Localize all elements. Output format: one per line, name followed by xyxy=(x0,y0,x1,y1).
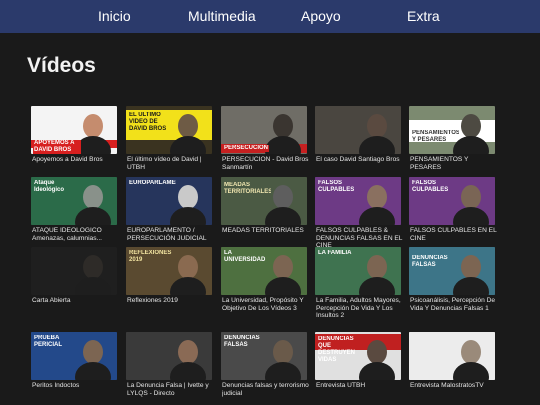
video-card[interactable]: MEADAS TERRITORIALES MEADAS TERRITORIALES xyxy=(221,177,307,245)
video-thumbnail[interactable]: LA FAMILIA xyxy=(315,247,401,295)
video-thumbnail[interactable]: DENUNCIAS FALSAS xyxy=(409,247,495,295)
video-card[interactable]: REFLEXIONES 2019 Reflexiones 2019 xyxy=(126,247,212,315)
person-silhouette xyxy=(461,340,481,364)
video-thumbnail[interactable]: REFLEXIONES 2019 xyxy=(126,247,212,295)
person-silhouette xyxy=(367,114,387,138)
video-card[interactable]: La Denuncia Falsa | Ivette y LYLQS - Dir… xyxy=(126,332,212,400)
thumbnail-title: APOYEMOS A DAVID BROS xyxy=(33,140,81,154)
person-silhouette xyxy=(367,340,387,364)
video-card[interactable]: Entrevista MalostratosTV xyxy=(409,332,495,400)
video-thumbnail[interactable] xyxy=(31,247,117,295)
video-caption[interactable]: El último vídeo de David | UTBH xyxy=(127,156,217,171)
video-caption[interactable]: FALSOS CULPABLES EN EL CINE xyxy=(410,227,500,242)
video-card[interactable]: Carta Abierta xyxy=(31,247,117,315)
person-silhouette xyxy=(83,255,103,279)
video-caption[interactable]: La Universidad, Propósito Y Objetivo De … xyxy=(222,297,312,312)
person-silhouette xyxy=(178,255,198,279)
video-caption[interactable]: ATAQUE IDEOLÓGICO Amenazas, calumnias... xyxy=(32,227,122,242)
video-thumbnail[interactable]: PRUEBA PERICIAL xyxy=(31,332,117,380)
person-silhouette xyxy=(273,185,293,209)
person-silhouette xyxy=(367,185,387,209)
video-thumbnail[interactable]: EL ÚLTIMO VIDEO DE DAVID BROS xyxy=(126,106,212,154)
video-card[interactable]: LA UNIVERSIDAD La Universidad, Propósito … xyxy=(221,247,307,315)
person-silhouette xyxy=(83,114,103,138)
video-caption[interactable]: Psicoanálisis, Percepción De Vida Y Denu… xyxy=(410,297,500,312)
video-thumbnail[interactable]: FALSOS CULPABLES xyxy=(409,177,495,225)
video-caption[interactable]: La Denuncia Falsa | Ivette y LYLQS - Dir… xyxy=(127,382,217,397)
thumbnail-title: DENUNCIAS QUE DESTRUYEN VIDAS xyxy=(318,336,356,363)
video-thumbnail[interactable] xyxy=(315,106,401,154)
video-caption[interactable]: Peritos Indoctos xyxy=(32,382,122,390)
thumbnail-title: PENSAMIENTOS Y PESARES xyxy=(412,130,459,143)
person-silhouette xyxy=(273,340,293,364)
thumbnail-title: DENUNCIAS FALSAS xyxy=(224,335,260,348)
video-card[interactable]: PENSAMIENTOS Y PESARES PENSAMIENTOS Y PES… xyxy=(409,106,495,174)
person-silhouette xyxy=(367,255,387,279)
video-thumbnail[interactable]: Ataque Ideológico xyxy=(31,177,117,225)
video-thumbnail[interactable]: APOYEMOS A DAVID BROS xyxy=(31,106,117,154)
video-card[interactable]: PERSECUCIÓN PERSECUCIÓN - David Bros Sanm… xyxy=(221,106,308,174)
person-silhouette xyxy=(178,114,198,138)
video-thumbnail[interactable]: DENUNCIAS FALSAS xyxy=(221,332,307,380)
video-card[interactable]: LA FAMILIA La Familia, Adultos Mayores, P… xyxy=(315,247,401,319)
video-card[interactable]: FALSOS CULPABLES FALSOS CULPABLES EN EL C… xyxy=(409,177,497,245)
video-thumbnail[interactable]: MEADAS TERRITORIALES xyxy=(221,177,307,225)
video-caption[interactable]: Denuncias falsas y terrorismo judicial xyxy=(222,382,312,397)
video-caption[interactable]: Entrevista MalostratosTV xyxy=(410,382,500,390)
person-silhouette xyxy=(461,114,481,138)
thumbnail-title: LA FAMILIA xyxy=(318,250,352,256)
person-body xyxy=(359,362,395,380)
video-card[interactable]: DENUNCIAS FALSAS Psicoanálisis, Percepció… xyxy=(409,247,495,315)
video-caption[interactable]: EUROPARLAMENTO / PERSECUCIÓN JUDICIAL xyxy=(127,227,217,242)
video-thumbnail[interactable] xyxy=(409,332,495,380)
video-card[interactable]: EL ÚLTIMO VIDEO DE DAVID BROS El último v… xyxy=(126,106,212,174)
video-card[interactable]: DENUNCIAS FALSAS Denuncias falsas y terro… xyxy=(221,332,309,400)
video-thumbnail[interactable] xyxy=(126,332,212,380)
thumbnail-title: FALSOS CULPABLES xyxy=(318,180,355,193)
video-card[interactable]: PRUEBA PERICIAL Peritos Indoctos xyxy=(31,332,117,400)
thumbnail-title: EL ÚLTIMO VIDEO DE DAVID BROS xyxy=(128,112,176,133)
video-thumbnail[interactable]: DENUNCIAS QUE DESTRUYEN VIDAS xyxy=(315,332,401,380)
thumbnail-title: EUROPARLAMENTO xyxy=(129,180,176,186)
video-card[interactable]: APOYEMOS A DAVID BROS Apoyemos a David Br… xyxy=(31,106,117,174)
video-caption[interactable]: Reflexiones 2019 xyxy=(127,297,217,305)
video-card[interactable]: Ataque Ideológico ATAQUE IDEOLÓGICO Amena… xyxy=(31,177,117,245)
video-thumbnail[interactable]: EUROPARLAMENTO xyxy=(126,177,212,225)
video-card[interactable]: DENUNCIAS QUE DESTRUYEN VIDAS Entrevista … xyxy=(315,332,401,400)
video-caption[interactable]: PERSECUCIÓN - David Bros Sanmartín xyxy=(222,156,312,171)
thumbnail-title: PERSECUCIÓN xyxy=(223,145,270,152)
thumbnail-title: FALSOS CULPABLES xyxy=(412,180,449,193)
video-caption[interactable]: MEADAS TERRITORIALES xyxy=(222,227,312,235)
thumbnail-title: DENUNCIAS FALSAS xyxy=(412,255,448,268)
thumbnail-title: REFLEXIONES 2019 xyxy=(129,250,172,263)
person-silhouette xyxy=(461,255,481,279)
video-thumbnail[interactable]: PERSECUCIÓN xyxy=(221,106,307,154)
video-caption[interactable]: Carta Abierta xyxy=(32,297,122,305)
person-silhouette xyxy=(178,185,198,209)
person-silhouette xyxy=(83,185,103,209)
person-silhouette xyxy=(273,255,293,279)
video-caption[interactable]: Apoyemos a David Bros xyxy=(32,156,122,164)
video-caption[interactable]: Entrevista UTBH xyxy=(316,382,406,390)
video-card[interactable]: El caso David Santiago Bros xyxy=(315,106,401,174)
person-body xyxy=(265,136,301,154)
person-silhouette xyxy=(461,185,481,209)
video-card[interactable]: FALSOS CULPABLES FALSOS CULPABLES & DENUN… xyxy=(315,177,402,249)
video-caption[interactable]: El caso David Santiago Bros xyxy=(316,156,406,164)
thumbnail-title: MEADAS TERRITORIALES xyxy=(224,182,271,195)
person-silhouette xyxy=(83,340,103,364)
video-thumbnail[interactable]: PENSAMIENTOS Y PESARES xyxy=(409,106,495,154)
video-card[interactable]: EUROPARLAMENTOEUROPARLAMENTO / PERSECUCI… xyxy=(126,177,212,245)
video-thumbnail[interactable]: FALSOS CULPABLES xyxy=(315,177,401,225)
thumbnail-title: Ataque Ideológico xyxy=(34,180,64,193)
video-caption[interactable]: PENSAMIENTOS Y PESARES xyxy=(410,156,500,171)
person-silhouette xyxy=(178,340,198,364)
video-thumbnail[interactable]: LA UNIVERSIDAD xyxy=(221,247,307,295)
thumbnail-title: LA UNIVERSIDAD xyxy=(224,250,266,263)
video-caption[interactable]: La Familia, Adultos Mayores, Percepción … xyxy=(316,297,406,320)
video-grid: APOYEMOS A DAVID BROS Apoyemos a David Br… xyxy=(0,0,540,405)
thumbnail-title: PRUEBA PERICIAL xyxy=(34,335,63,348)
person-silhouette xyxy=(273,114,293,138)
